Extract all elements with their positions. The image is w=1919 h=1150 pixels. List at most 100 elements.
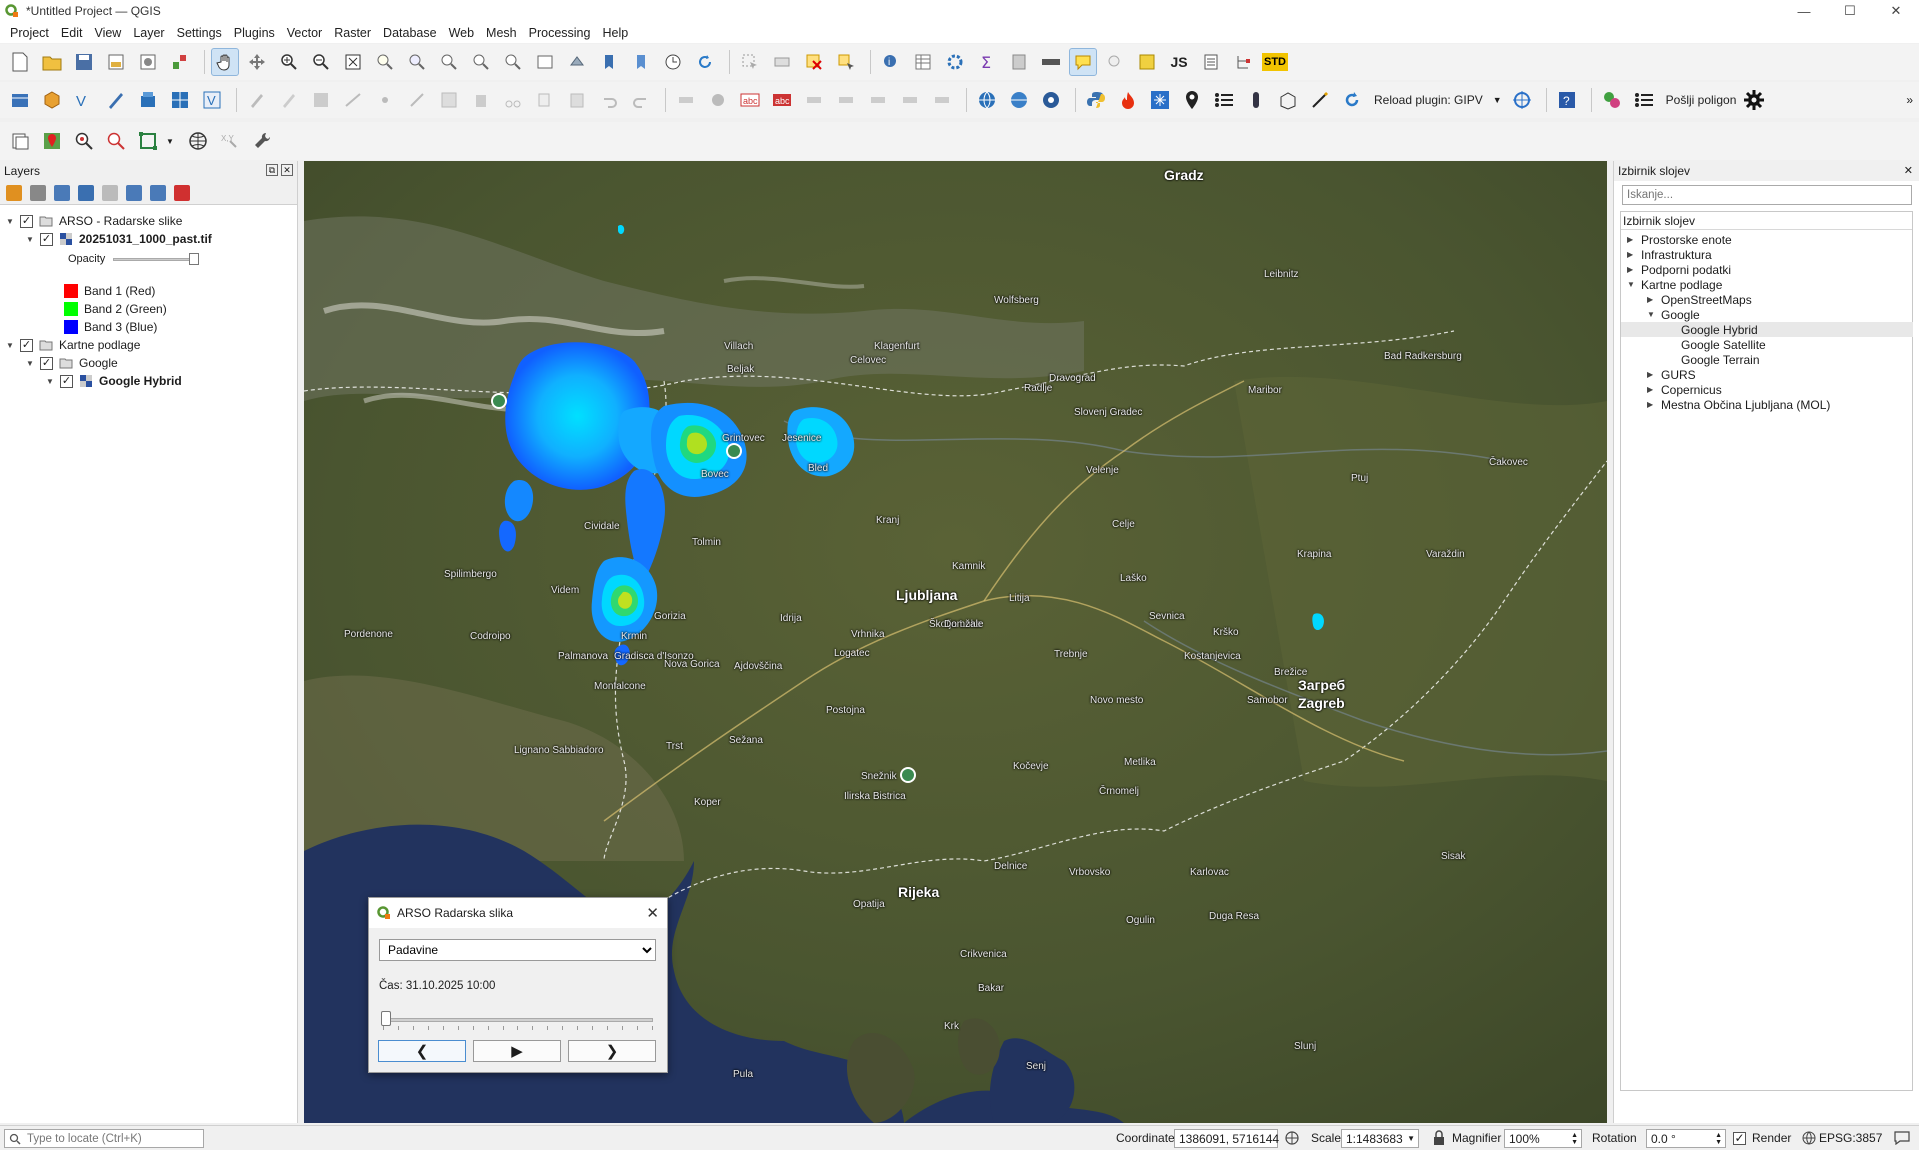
add-database-layer-icon[interactable]	[134, 86, 162, 114]
reload-plugin-dropdown-icon[interactable]: ▼	[1493, 95, 1502, 105]
tree-item-gurs[interactable]: ▶ GURS	[1647, 367, 1696, 382]
menu-project[interactable]: Project	[4, 26, 55, 40]
scale-field[interactable]: 1:1483683 ▼	[1341, 1129, 1419, 1148]
menu-plugins[interactable]: Plugins	[228, 26, 281, 40]
menu-list-icon[interactable]	[1630, 86, 1658, 114]
zoom-search-icon[interactable]	[70, 127, 98, 155]
tree-item-prostorske-enote[interactable]: ▶ Prostorske enote	[1627, 232, 1732, 247]
layer-raster-radar[interactable]: ▼ ✓ 20251031_1000_past.tif	[26, 230, 212, 248]
send-polygon-button[interactable]: Pošlji poligon	[1666, 93, 1737, 107]
add-raster-layer-icon[interactable]	[166, 86, 194, 114]
new-3d-view-icon[interactable]	[563, 48, 591, 76]
reload-plugin-icon[interactable]	[1338, 86, 1366, 114]
crs-label[interactable]: EPSG:3857	[1819, 1131, 1882, 1145]
zoom-full-icon[interactable]	[339, 48, 367, 76]
menu-vector[interactable]: Vector	[281, 26, 328, 40]
dialog-close-button[interactable]: ✕	[646, 904, 659, 922]
move-label-icon[interactable]	[864, 86, 892, 114]
previous-frame-button[interactable]: ❮	[378, 1040, 466, 1062]
menu-settings[interactable]: Settings	[171, 26, 228, 40]
select-frame-icon[interactable]	[134, 127, 162, 155]
std-plugin-button[interactable]: STD	[1261, 48, 1289, 76]
js-plugin-button[interactable]: JS	[1165, 48, 1193, 76]
box-icon[interactable]	[1274, 86, 1302, 114]
filter-expression-icon[interactable]	[102, 184, 118, 201]
collapse-arrow-icon[interactable]: ▼	[6, 217, 16, 226]
menu-help[interactable]: Help	[596, 26, 634, 40]
show-bookmarks-icon[interactable]	[627, 48, 655, 76]
label-tool-icon[interactable]	[672, 86, 700, 114]
crs-globe-icon[interactable]	[1802, 1131, 1816, 1145]
select-frame-dropdown-icon[interactable]: ▼	[166, 137, 174, 146]
undo-icon[interactable]	[595, 86, 623, 114]
zoom-native-icon[interactable]	[435, 48, 463, 76]
processing-toolbox-icon[interactable]	[941, 48, 969, 76]
menu-edit[interactable]: Edit	[55, 26, 89, 40]
open-attribute-table-icon[interactable]	[909, 48, 937, 76]
toggle-editing-icon[interactable]	[275, 86, 303, 114]
tree-item-google-terrain[interactable]: Google Terrain	[1681, 352, 1760, 367]
add-group-icon[interactable]	[30, 184, 46, 201]
measure-line-icon[interactable]	[1037, 48, 1065, 76]
select-by-value-icon[interactable]	[768, 48, 796, 76]
digitize-icon[interactable]	[102, 86, 130, 114]
play-button[interactable]: ▶	[473, 1040, 561, 1062]
expand-arrow-icon[interactable]: ▶	[1647, 370, 1657, 379]
help-icon[interactable]: ?	[1553, 86, 1581, 114]
new-shapefile-icon[interactable]: V	[70, 86, 98, 114]
maximize-button[interactable]: ☐	[1827, 0, 1873, 22]
crosshair-icon[interactable]	[1508, 86, 1536, 114]
new-map-view-icon[interactable]	[531, 48, 559, 76]
cut-features-icon[interactable]	[499, 86, 527, 114]
reload-plugin-label[interactable]: Reload plugin: GIPV	[1374, 93, 1483, 107]
close-panel-icon[interactable]: ✕	[1904, 164, 1913, 177]
layout-manager-button[interactable]	[134, 48, 162, 76]
fire-icon[interactable]	[1114, 86, 1142, 114]
tree-item-openstreetmaps[interactable]: ▶ OpenStreetMaps	[1647, 292, 1752, 307]
manage-visibility-icon[interactable]	[54, 184, 70, 201]
toolbar-overflow-icon[interactable]: »	[1906, 93, 1913, 107]
plugin-leaf-icon[interactable]	[1598, 86, 1626, 114]
globe-c-icon[interactable]	[1037, 86, 1065, 114]
time-slider-handle[interactable]	[381, 1011, 391, 1026]
tree-item-mol[interactable]: ▶ Mestna Občina Ljubljana (MOL)	[1647, 397, 1830, 412]
diagram-tool-icon[interactable]	[704, 86, 732, 114]
globe-b-icon[interactable]	[1005, 86, 1033, 114]
menu-database[interactable]: Database	[377, 26, 443, 40]
abc-label-icon[interactable]: abc	[736, 86, 764, 114]
copy-features-icon[interactable]	[531, 86, 559, 114]
globe-a-icon[interactable]	[973, 86, 1001, 114]
vertex-tool-icon[interactable]	[371, 86, 399, 114]
expand-arrow-icon[interactable]: ▶	[1647, 295, 1657, 304]
opacity-slider-handle[interactable]	[189, 253, 200, 265]
temporal-controller-icon[interactable]	[659, 48, 687, 76]
tree-item-copernicus[interactable]: ▶ Copernicus	[1647, 382, 1722, 397]
minimize-button[interactable]: —	[1781, 0, 1827, 22]
scale-dropdown-icon[interactable]: ▼	[1407, 1134, 1415, 1143]
locator-search-input[interactable]: Type to locate (Ctrl+K)	[4, 1129, 204, 1148]
close-panel-icon[interactable]: ✕	[281, 164, 293, 176]
expand-all-icon[interactable]	[126, 184, 142, 201]
tree-item-google-satellite[interactable]: Google Satellite	[1681, 337, 1766, 352]
filter-legend-icon[interactable]	[78, 184, 94, 201]
calculator-icon[interactable]	[1005, 48, 1033, 76]
select-location-icon[interactable]	[832, 48, 860, 76]
layer-group-arso[interactable]: ▼ ✓ ARSO - Radarske slike	[6, 212, 182, 230]
visibility-checkbox[interactable]: ✓	[20, 214, 33, 228]
collapse-arrow-icon[interactable]: ▼	[1647, 310, 1657, 319]
zoom-to-selection-icon[interactable]	[371, 48, 399, 76]
render-checkbox[interactable]: ✓	[1733, 1132, 1746, 1145]
expand-arrow-icon[interactable]: ▶	[1627, 265, 1637, 274]
new-project-button[interactable]	[6, 48, 34, 76]
visibility-checkbox[interactable]: ✓	[40, 232, 53, 246]
opacity-slider[interactable]	[113, 253, 200, 265]
coordinate-field[interactable]: 1386091, 5716144	[1174, 1129, 1279, 1148]
new-print-layout-button[interactable]	[102, 48, 130, 76]
tree-item-google[interactable]: ▼ Google	[1647, 307, 1700, 322]
copy-layer-icon[interactable]	[6, 127, 34, 155]
tree-item-podporni-podatki[interactable]: ▶ Podporni podatki	[1627, 262, 1731, 277]
current-edits-icon[interactable]	[243, 86, 271, 114]
zoom-out-icon[interactable]	[307, 48, 335, 76]
collapse-arrow-icon[interactable]: ▼	[1627, 280, 1637, 289]
identify-features-icon[interactable]: i	[877, 48, 905, 76]
